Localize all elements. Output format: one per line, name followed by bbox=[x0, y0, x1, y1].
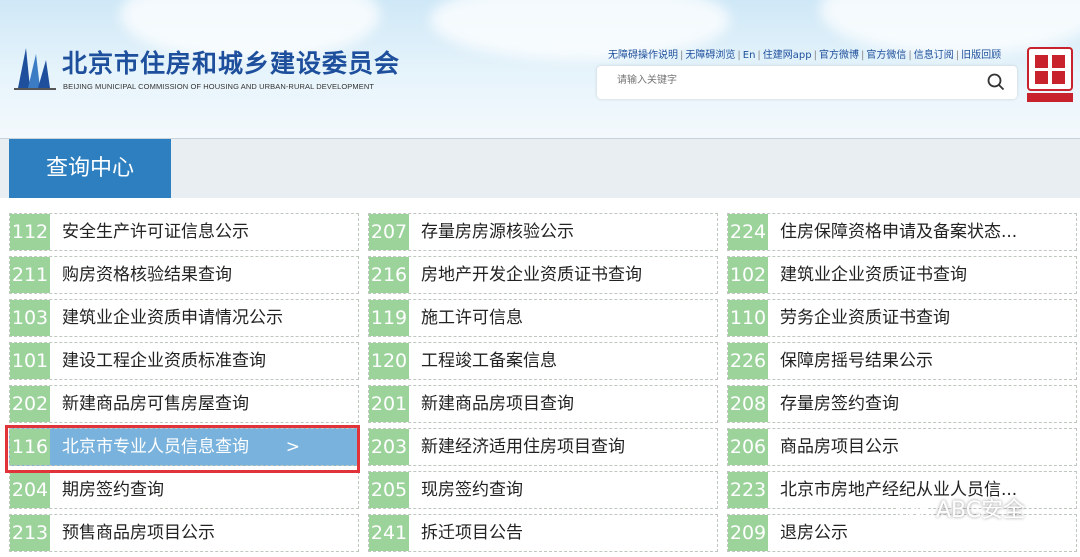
item-label: 现房签约查询 bbox=[421, 480, 523, 500]
site-header: 北京市住房和城乡建设委员会 BEIJING MUNICIPAL COMMISSI… bbox=[0, 0, 1080, 138]
item-label: 建设工程企业资质标准查询 bbox=[62, 351, 266, 371]
item-code: 224 bbox=[728, 214, 768, 250]
item-label: 建筑业企业资质证书查询 bbox=[780, 265, 967, 285]
link-weibo[interactable]: 官方微博 bbox=[819, 50, 859, 61]
query-item-224[interactable]: 224 住房保障资格申请及备案状态... bbox=[727, 213, 1077, 251]
query-item-204[interactable]: 204 期房签约查询 bbox=[9, 471, 359, 509]
item-label: 安全生产许可证信息公示 bbox=[62, 222, 249, 242]
chevron-right-icon: > bbox=[285, 437, 300, 457]
query-item-207[interactable]: 207 存量房房源核验公示 bbox=[368, 213, 718, 251]
capital-window-badge-icon[interactable] bbox=[1027, 47, 1073, 103]
item-label: 新建经济适用住房项目查询 bbox=[421, 437, 625, 457]
item-label: 工程竣工备案信息 bbox=[421, 351, 557, 371]
item-label: 新建商品房项目查询 bbox=[421, 394, 574, 414]
query-item-211[interactable]: 211 购房资格核验结果查询 bbox=[9, 256, 359, 294]
watermark: ABC安全 bbox=[898, 494, 1025, 528]
item-label: 保障房摇号结果公示 bbox=[780, 351, 933, 371]
item-code: 201 bbox=[369, 386, 409, 422]
item-label: 购房资格核验结果查询 bbox=[62, 265, 232, 285]
item-label: 建筑业企业资质申请情况公示 bbox=[62, 308, 283, 328]
link-app[interactable]: 住建网app bbox=[763, 50, 812, 61]
query-item-205[interactable]: 205 现房签约查询 bbox=[368, 471, 718, 509]
query-item-203[interactable]: 203 新建经济适用住房项目查询 bbox=[368, 428, 718, 466]
query-item-112[interactable]: 112 安全生产许可证信息公示 bbox=[9, 213, 359, 251]
query-item-208[interactable]: 208 存量房签约查询 bbox=[727, 385, 1077, 423]
watermark-text: ABC安全 bbox=[936, 498, 1026, 523]
item-label: 退房公示 bbox=[780, 523, 848, 543]
query-item-213[interactable]: 213 预售商品房项目公示 bbox=[9, 514, 359, 552]
item-label: 存量房签约查询 bbox=[780, 394, 899, 414]
item-code: 116 bbox=[10, 429, 50, 465]
item-code: 202 bbox=[10, 386, 50, 422]
link-old-version[interactable]: 旧版回顾 bbox=[961, 50, 1001, 61]
query-item-110[interactable]: 110 劳务企业资质证书查询 bbox=[727, 299, 1077, 337]
search-icon[interactable] bbox=[987, 73, 1005, 91]
search-input[interactable] bbox=[615, 74, 979, 87]
item-code: 207 bbox=[369, 214, 409, 250]
item-code: 120 bbox=[369, 343, 409, 379]
item-label: 期房签约查询 bbox=[62, 480, 164, 500]
item-label: 拆迁项目公告 bbox=[421, 523, 523, 543]
item-label: 新建商品房可售房屋查询 bbox=[62, 394, 249, 414]
item-label: 劳务企业资质证书查询 bbox=[780, 308, 950, 328]
top-links: 无障碍操作说明 | 无障碍浏览 | En | 住建网app | 官方微博 | 官方微信 | 信息订阅 | 旧… bbox=[608, 50, 1002, 61]
tab-query-center[interactable]: 查询中心 bbox=[9, 139, 171, 198]
query-item-102[interactable]: 102 建筑业企业资质证书查询 bbox=[727, 256, 1077, 294]
query-item-216[interactable]: 216 房地产开发企业资质证书查询 bbox=[368, 256, 718, 294]
query-item-103[interactable]: 103 建筑业企业资质申请情况公示 bbox=[9, 299, 359, 337]
query-item-101[interactable]: 101 建设工程企业资质标准查询 bbox=[9, 342, 359, 380]
item-code: 223 bbox=[728, 472, 768, 508]
site-subtitle: BEIJING MUNICIPAL COMMISSION OF HOUSING … bbox=[63, 82, 375, 91]
link-accessible-browsing[interactable]: 无障碍浏览 bbox=[685, 50, 735, 61]
item-label: 住房保障资格申请及备案状态... bbox=[780, 222, 1018, 242]
query-item-116[interactable]: 116 北京市专业人员信息查询 > bbox=[9, 428, 359, 466]
link-wechat[interactable]: 官方微信 bbox=[866, 50, 906, 61]
item-code: 204 bbox=[10, 472, 50, 508]
item-code: 112 bbox=[10, 214, 50, 250]
item-code: 110 bbox=[728, 300, 768, 336]
item-code: 119 bbox=[369, 300, 409, 336]
tab-bar: 查询中心 bbox=[0, 138, 1080, 198]
item-code: 213 bbox=[10, 515, 50, 551]
query-item-202[interactable]: 202 新建商品房可售房屋查询 bbox=[9, 385, 359, 423]
search-box bbox=[597, 66, 1017, 99]
link-accessibility-help[interactable]: 无障碍操作说明 bbox=[608, 50, 678, 61]
item-code: 203 bbox=[369, 429, 409, 465]
site-title: 北京市住房和城乡建设委员会 bbox=[62, 49, 401, 78]
item-label: 施工许可信息 bbox=[421, 308, 523, 328]
item-code: 211 bbox=[10, 257, 50, 293]
item-code: 241 bbox=[369, 515, 409, 551]
link-english[interactable]: En bbox=[743, 50, 756, 61]
query-item-226[interactable]: 226 保障房摇号结果公示 bbox=[727, 342, 1077, 380]
item-code: 226 bbox=[728, 343, 768, 379]
query-item-120[interactable]: 120 工程竣工备案信息 bbox=[368, 342, 718, 380]
wechat-icon bbox=[898, 499, 929, 523]
item-label: 预售商品房项目公示 bbox=[62, 523, 215, 543]
item-code: 102 bbox=[728, 257, 768, 293]
item-label: 房地产开发企业资质证书查询 bbox=[421, 265, 642, 285]
item-code: 216 bbox=[369, 257, 409, 293]
query-item-206[interactable]: 206 商品房项目公示 bbox=[727, 428, 1077, 466]
commission-logo-icon[interactable] bbox=[12, 40, 58, 92]
query-item-241[interactable]: 241 拆迁项目公告 bbox=[368, 514, 718, 552]
query-item-119[interactable]: 119 施工许可信息 bbox=[368, 299, 718, 337]
query-item-201[interactable]: 201 新建商品房项目查询 bbox=[368, 385, 718, 423]
item-label: 存量房房源核验公示 bbox=[421, 222, 574, 242]
item-code: 206 bbox=[728, 429, 768, 465]
item-label: 北京市专业人员信息查询 bbox=[62, 437, 249, 457]
item-code: 208 bbox=[728, 386, 768, 422]
item-code: 205 bbox=[369, 472, 409, 508]
link-subscribe[interactable]: 信息订阅 bbox=[914, 50, 954, 61]
item-code: 101 bbox=[10, 343, 50, 379]
item-label: 商品房项目公示 bbox=[780, 437, 899, 457]
item-code: 103 bbox=[10, 300, 50, 336]
item-code: 209 bbox=[728, 515, 768, 551]
